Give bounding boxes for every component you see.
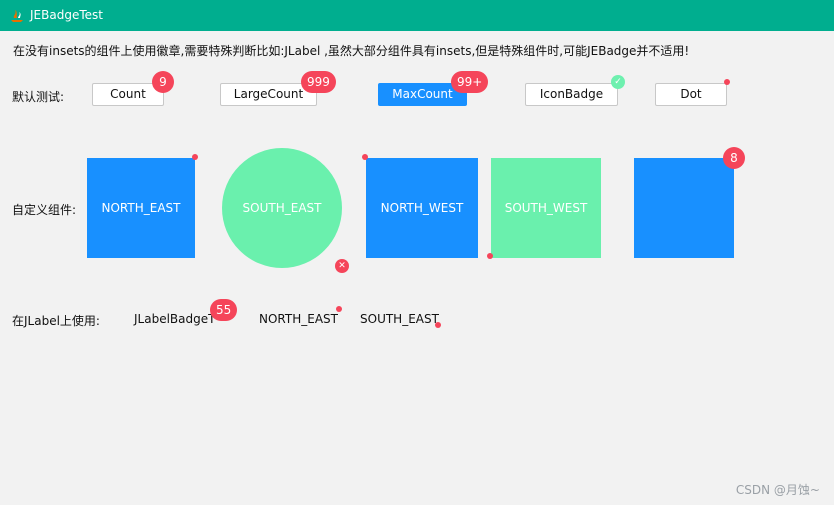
north-east-dot-icon	[192, 154, 198, 160]
south-west-block-label: SOUTH_WEST	[504, 201, 588, 215]
java-app-icon	[11, 10, 23, 22]
north-west-block: NORTH_WEST	[366, 158, 478, 258]
dot-badge-icon	[724, 79, 730, 85]
jlabel-south-east-dot-icon	[435, 322, 441, 328]
check-icon: ✓	[611, 75, 625, 89]
count-badge: 9	[152, 71, 174, 93]
jlabel-south-east-label: SOUTH_EAST	[360, 312, 439, 326]
dot-button[interactable]: Dot	[655, 83, 727, 106]
large-count-badge: 999	[301, 71, 336, 93]
close-icon[interactable]: ✕	[335, 259, 349, 273]
dot-button-label: Dot	[680, 87, 702, 101]
custom-component-label: 自定义组件:	[12, 203, 77, 217]
south-west-dot-icon	[487, 253, 493, 259]
title-bar: JEBadgeTest	[0, 0, 834, 31]
intro-text: 在没有insets的组件上使用徽章,需要特殊判断比如:JLabel ,虽然大部分…	[13, 44, 690, 58]
count-block	[634, 158, 734, 258]
window-title: JEBadgeTest	[30, 8, 103, 22]
south-east-circle-label: SOUTH_EAST	[242, 201, 322, 215]
icon-badge-button-label: IconBadge	[539, 87, 604, 101]
count-button-label: Count	[110, 87, 146, 101]
jlabel-row-label: 在JLabel上使用:	[12, 314, 100, 328]
watermark: CSDN @月蚀~	[735, 483, 820, 497]
north-west-dot-icon	[362, 154, 368, 160]
jlabel-north-east-dot-icon	[336, 306, 342, 312]
north-east-block-label: NORTH_EAST	[101, 201, 181, 215]
north-west-block-label: NORTH_WEST	[380, 201, 464, 215]
jlabel-badge: 55	[210, 299, 238, 321]
count-block-badge: 8	[723, 147, 745, 169]
jlabel-badge-label: JLabelBadgeT	[134, 312, 216, 326]
south-east-circle: SOUTH_EAST	[222, 148, 342, 268]
north-east-block: NORTH_EAST	[87, 158, 195, 258]
icon-badge-button[interactable]: IconBadge	[525, 83, 618, 106]
max-count-button-label: MaxCount	[392, 87, 453, 101]
max-count-badge: 99+	[451, 71, 489, 93]
default-test-label: 默认测试:	[12, 90, 65, 104]
jlabel-north-east-label: NORTH_EAST	[259, 312, 338, 326]
large-count-button-label: LargeCount	[233, 87, 304, 101]
south-west-block: SOUTH_WEST	[491, 158, 601, 258]
